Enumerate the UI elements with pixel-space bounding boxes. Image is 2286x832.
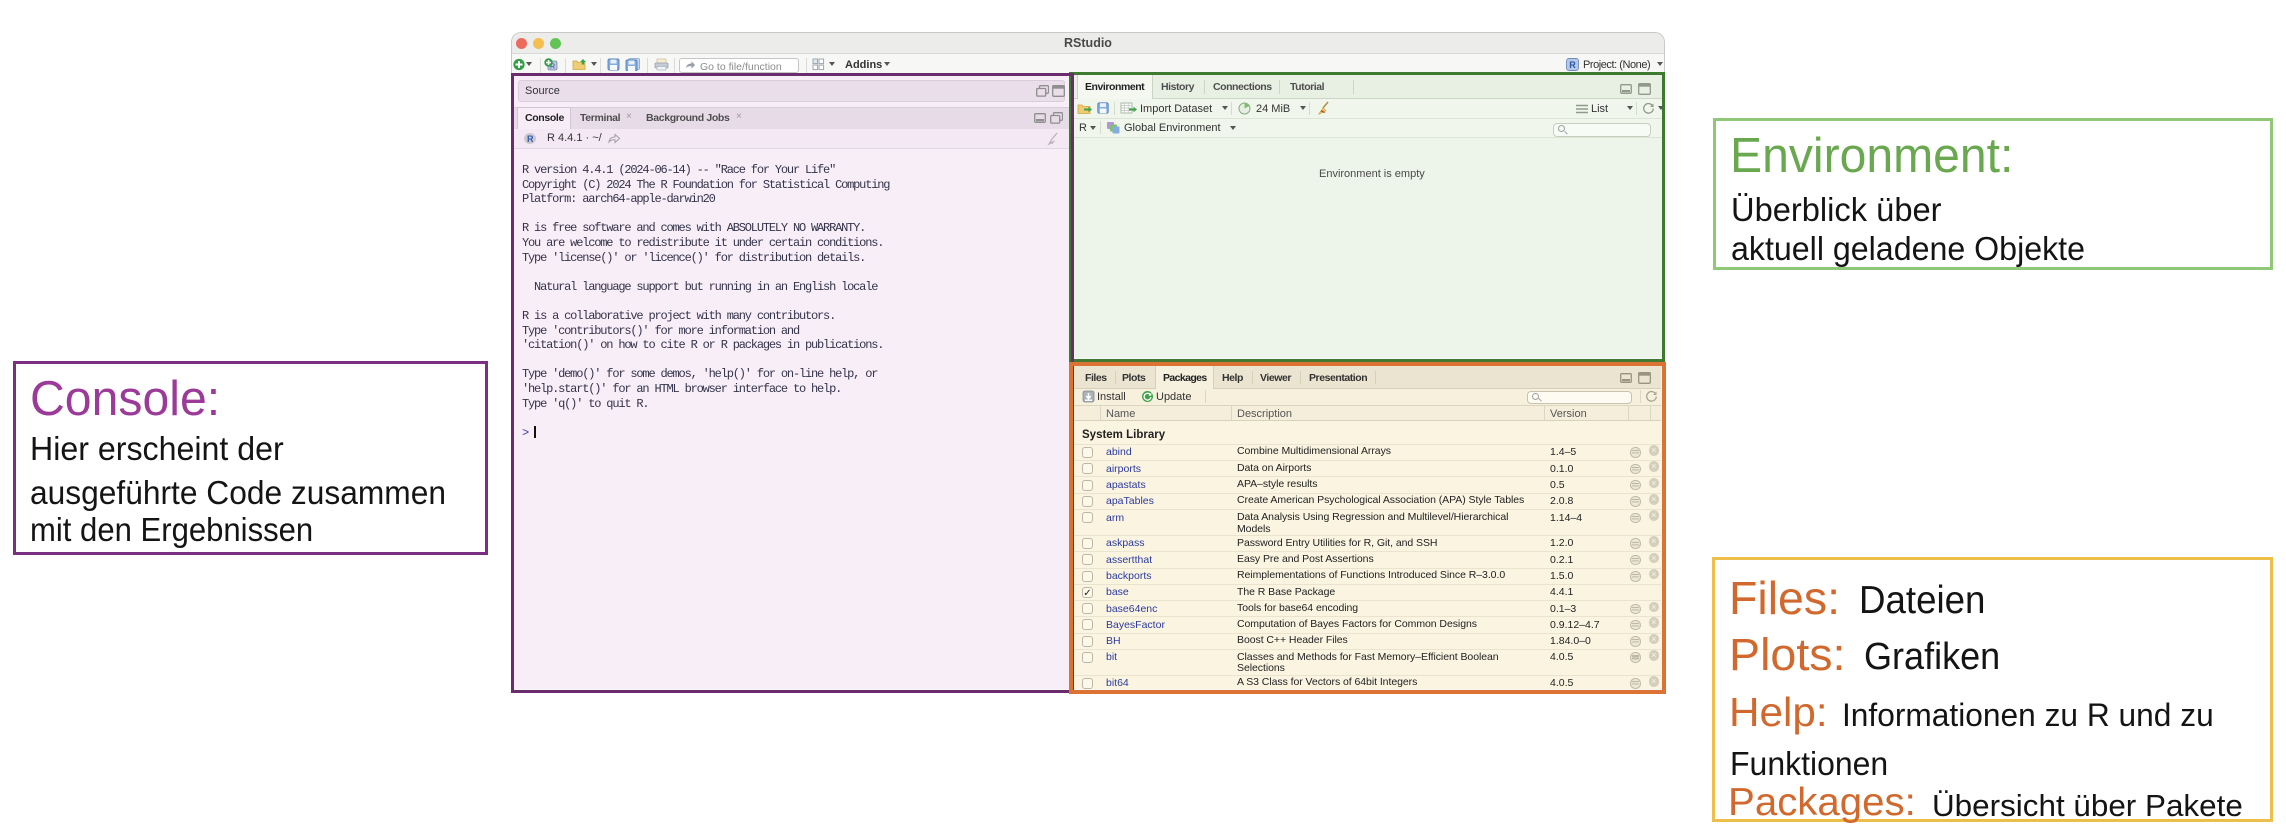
svg-text:R: R <box>1569 60 1576 70</box>
